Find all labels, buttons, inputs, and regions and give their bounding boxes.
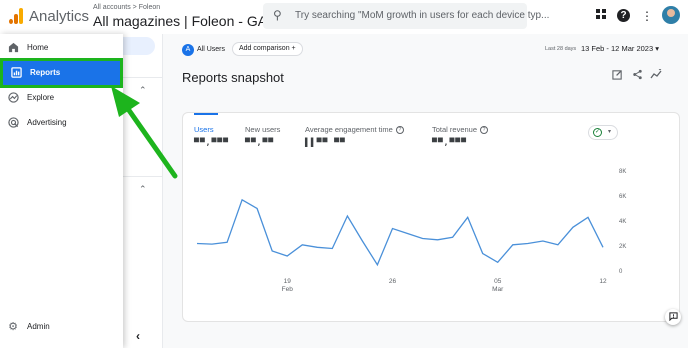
left-nav: Home Reports Explore Advertising ⚙ Admin [0,34,123,348]
home-icon [7,42,19,54]
segment-label: All Users [197,46,226,53]
date-range-picker[interactable]: 13 Feb - 12 Mar 2023 ▾ [581,44,659,53]
y-tick-label: 2K [619,244,626,250]
nav-label: Reports [30,68,61,77]
snapshot-card: Users ▀▀,▀▀▀ New users ▀▀,▀▀ Average eng… [182,112,680,322]
x-tick-label: 12 [599,278,607,285]
chevron-up-icon[interactable]: ⌃ [139,85,147,96]
analytics-logo[interactable] [9,8,23,24]
avatar[interactable] [662,6,680,24]
search-icon: ⚲ [273,8,282,22]
nav-label: Home [27,43,49,52]
reports-icon [10,67,22,79]
subpanel-divider [123,77,163,78]
explore-icon [7,92,19,104]
collapse-nav-button[interactable]: ‹ [136,329,140,343]
reports-subpanel: ⌃ ⌃ [123,34,163,348]
nav-item-admin[interactable]: ⚙ Admin [0,317,123,339]
segment-badge: A [182,43,194,56]
property-name: All magazines | Foleon - GA4 [93,13,275,29]
series-line-users [196,198,604,267]
more-vert-icon[interactable]: ⋮ [639,8,655,24]
nav-item-home[interactable]: Home [0,38,123,60]
edit-report-icon[interactable] [610,69,624,83]
chevron-up-icon[interactable]: ⌃ [139,184,147,195]
page-title: Reports snapshot [182,70,284,85]
y-tick-label: 6K [619,194,626,200]
users-line-chart: 8K 6K 4K 2K 0 19Feb 26 05Mar 12 [196,169,626,293]
date-range-value: 13 Feb - 12 Mar 2023 [581,44,654,53]
nav-label: Admin [27,322,50,331]
add-comparison-button[interactable]: Add comparison + [232,42,303,56]
x-tick-month-label: Mar [492,286,504,293]
property-selector[interactable]: All magazines | Foleon - GA4▾ [93,13,282,29]
x-tick-label: 26 [389,278,397,285]
nav-label: Advertising [27,118,67,127]
share-icon[interactable] [630,69,644,83]
segment-chip[interactable]: A All Users [182,43,225,56]
top-bar: Analytics All accounts > Foleon All maga… [0,0,688,34]
x-tick-month-label: Feb [282,286,294,293]
y-tick-label: 4K [619,219,626,225]
app-name: Analytics [29,8,90,25]
apps-grid-icon[interactable] [593,8,609,24]
x-tick-label: 05 [494,278,502,285]
nav-item-explore[interactable]: Explore [0,88,123,110]
search-placeholder: Try searching "MoM growth in users for e… [295,10,550,21]
x-tick-label: 19 [284,278,292,285]
gear-icon: ⚙ [8,321,18,333]
y-tick-label: 8K [619,169,626,175]
subpanel-divider [123,176,163,177]
search-bar[interactable]: ⚲ Try searching "MoM growth in users for… [263,3,549,29]
main-content: A All Users Add comparison + Last 28 day… [163,34,688,348]
nav-item-advertising[interactable]: Advertising [0,113,123,135]
caret-down-icon: ▾ [655,44,659,53]
feedback-button[interactable] [665,309,681,325]
y-tick-label: 0 [619,269,623,275]
help-icon[interactable]: ? [617,9,630,22]
nav-label: Explore [27,93,55,102]
breadcrumb[interactable]: All accounts > Foleon [93,4,160,11]
advertising-icon [7,117,19,129]
insights-icon[interactable] [649,68,663,83]
date-range-label: Last 28 days [545,46,577,52]
nav-item-reports[interactable]: Reports [0,58,123,88]
subpanel-selected-item[interactable] [123,37,155,55]
